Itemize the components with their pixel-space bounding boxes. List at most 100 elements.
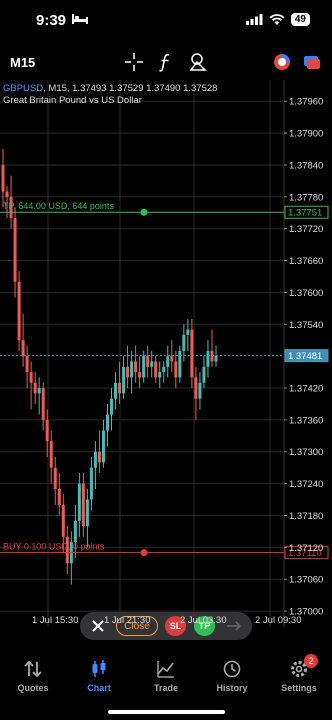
candle-body bbox=[130, 361, 134, 378]
candle-body bbox=[49, 441, 53, 468]
candle-body bbox=[41, 388, 45, 420]
candle-body bbox=[178, 350, 182, 378]
candle-body bbox=[122, 366, 126, 394]
candle-body bbox=[202, 366, 206, 383]
candle-body bbox=[61, 504, 65, 537]
timeframe-button[interactable]: M15 bbox=[10, 55, 35, 70]
home-indicator bbox=[108, 710, 225, 714]
candle-body bbox=[206, 350, 210, 367]
candles bbox=[1, 149, 218, 585]
wifi-icon bbox=[269, 13, 285, 25]
price-tick-label: 1.37240 bbox=[289, 479, 323, 490]
candle-body bbox=[97, 451, 101, 463]
candle-body bbox=[37, 388, 41, 394]
chart-icon bbox=[92, 660, 106, 677]
candle-body bbox=[13, 218, 17, 282]
candle-body bbox=[182, 334, 186, 351]
price-tick-label: 1.37060 bbox=[289, 575, 323, 586]
objects-icon[interactable] bbox=[188, 52, 208, 72]
quotes-icon bbox=[24, 660, 42, 678]
arrow-right-icon bbox=[227, 621, 242, 631]
price-tick-label: 1.37720 bbox=[289, 224, 323, 235]
entry-line-handle bbox=[140, 549, 148, 557]
price-tick-label: 1.37180 bbox=[289, 511, 323, 522]
candle-body bbox=[89, 467, 93, 500]
candle-body bbox=[150, 361, 154, 367]
tab-label: History bbox=[216, 683, 248, 693]
candle-body bbox=[186, 329, 190, 335]
ohlc-label: , M15, 1.37493 1.37529 1.37490 1.37528 bbox=[43, 83, 218, 94]
notification-badge: 2 bbox=[304, 654, 318, 668]
candle-body bbox=[101, 430, 105, 463]
time-label: 2 Jul 03:30 bbox=[180, 615, 227, 626]
tab-settings[interactable]: 2 Settings bbox=[266, 652, 332, 698]
price-tick-label: 1.37660 bbox=[289, 256, 323, 267]
color-circle-icon[interactable] bbox=[272, 52, 292, 72]
candle-body bbox=[21, 340, 25, 357]
tab-quotes[interactable]: Quotes bbox=[0, 652, 66, 698]
chart-canvas[interactable]: TP, 644.00 USD, 644 points 1.37751 1.37481… bbox=[0, 80, 332, 627]
candle-body bbox=[166, 356, 170, 367]
candle-body bbox=[81, 483, 85, 527]
chart-toolbar: M15 bbox=[0, 44, 332, 80]
price-tick-label: 1.37360 bbox=[289, 415, 323, 426]
candle-body bbox=[170, 356, 174, 362]
tab-trade[interactable]: Trade bbox=[133, 652, 199, 698]
candle-body bbox=[134, 361, 138, 373]
price-tick-label: 1.37900 bbox=[289, 129, 323, 140]
candle-body bbox=[73, 520, 77, 543]
tab-label: Trade bbox=[153, 683, 178, 693]
price-tick-label: 1.37840 bbox=[289, 160, 323, 171]
chart-info: GBPUSD, M15, 1.37493 1.37529 1.37490 1.3… bbox=[3, 83, 217, 94]
tab-history[interactable]: History bbox=[199, 652, 265, 698]
tp-line-label: TP, 644.00 USD, 644 points bbox=[3, 201, 114, 211]
crosshair-icon[interactable] bbox=[124, 52, 144, 72]
tab-chart[interactable]: Chart bbox=[66, 652, 132, 698]
candle-body bbox=[138, 372, 142, 378]
candle-body bbox=[198, 382, 202, 399]
candle-body bbox=[45, 419, 49, 442]
history-icon bbox=[223, 660, 241, 678]
cellular-signal-icon bbox=[245, 14, 263, 25]
arrow-right-button[interactable] bbox=[224, 616, 244, 636]
candle-body bbox=[162, 366, 166, 373]
price-tick-label: 1.37540 bbox=[289, 320, 323, 331]
candle-body bbox=[105, 414, 109, 431]
price-tick-label: 1.37120 bbox=[289, 543, 323, 554]
candle-body bbox=[77, 483, 81, 521]
indicator-f-icon[interactable] bbox=[156, 52, 176, 72]
candle-body bbox=[93, 451, 97, 468]
symbol-label[interactable]: GBPUSD bbox=[3, 83, 43, 94]
bed-icon bbox=[72, 14, 88, 24]
status-icons: 49 bbox=[245, 13, 310, 26]
tab-label: Chart bbox=[87, 683, 111, 693]
price-tick-label: 1.37300 bbox=[289, 447, 323, 458]
candle-body bbox=[114, 382, 118, 399]
candle-body bbox=[5, 191, 9, 197]
candle-body bbox=[174, 361, 178, 378]
symbol-description: Great Britain Pound vs US Dollar bbox=[3, 95, 142, 106]
candle-body bbox=[29, 372, 33, 383]
time-label: 2 Jul 09:30 bbox=[255, 615, 302, 626]
candle-body bbox=[158, 372, 162, 378]
trade-stack-icon[interactable] bbox=[302, 52, 322, 72]
time-label: 1 Jul 21:30 bbox=[104, 615, 151, 626]
tp-line-price: 1.37751 bbox=[288, 208, 322, 219]
candle-body bbox=[110, 398, 114, 415]
candle-body bbox=[146, 356, 150, 367]
entry-line-label: BUY 0.100 USD, 0 points bbox=[3, 542, 105, 552]
candle-body bbox=[57, 488, 61, 505]
candle-body bbox=[126, 366, 130, 378]
price-tick-label: 1.37780 bbox=[289, 192, 323, 203]
candle-body bbox=[142, 356, 146, 378]
candle-body bbox=[25, 356, 29, 373]
candle-body bbox=[17, 281, 21, 341]
time-label: 1 Jul 15:30 bbox=[32, 615, 79, 626]
status-bar: 9:39 49 bbox=[0, 0, 332, 44]
price-chart[interactable]: TP, 644.00 USD, 644 points 1.37751 1.37481… bbox=[0, 80, 332, 627]
candle-body bbox=[210, 350, 214, 362]
candle-body bbox=[53, 467, 57, 489]
candle-body bbox=[190, 329, 194, 378]
tab-label: Settings bbox=[281, 683, 317, 693]
candle-body bbox=[214, 355, 218, 362]
